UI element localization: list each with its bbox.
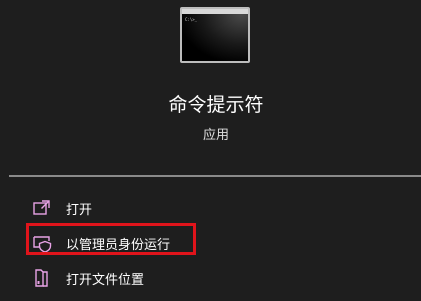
file-location-icon (31, 267, 53, 289)
app-title: 命令提示符 (168, 94, 264, 116)
menu-item-label: 打开 (66, 202, 93, 218)
highlight-box (26, 223, 196, 255)
menu-item-label: 打开文件位置 (66, 272, 145, 288)
app-type-label: 应用 (202, 128, 229, 143)
divider (9, 175, 421, 177)
command-prompt-icon: C:\>_ (180, 7, 250, 63)
menu-item-open[interactable]: 打开 (31, 194, 92, 222)
context-panel: C:\>_ 命令提示符 应用 打开 以管理员身份运行 打开文件位置 (0, 0, 421, 301)
menu-item-open-file-location[interactable]: 打开文件位置 (31, 264, 144, 292)
open-external-icon (31, 197, 53, 219)
icon-prompt-text: C:\>_ (185, 17, 198, 22)
